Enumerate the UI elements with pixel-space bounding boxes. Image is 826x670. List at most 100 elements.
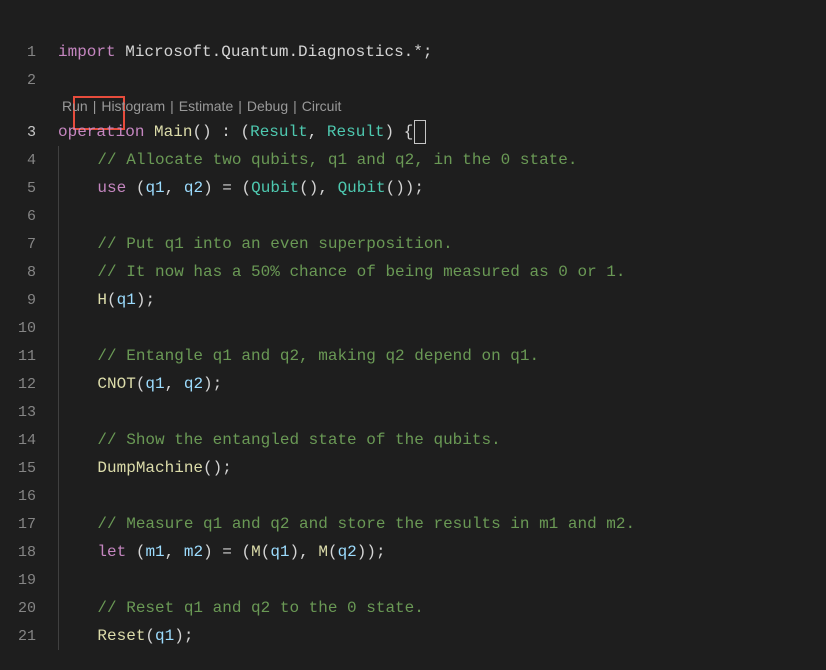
var-q1: q1	[145, 375, 164, 393]
line-number: 13	[0, 404, 58, 421]
semicolon: ;	[414, 179, 424, 197]
paren: )	[385, 123, 395, 141]
line-number: 14	[0, 432, 58, 449]
keyword-let: let	[97, 543, 126, 561]
paren: )	[213, 459, 223, 477]
line-number: 16	[0, 488, 58, 505]
semicolon: ;	[423, 43, 433, 61]
equals: =	[222, 543, 232, 561]
comment: // It now has a 50% chance of being meas…	[97, 263, 625, 281]
var-q1: q1	[117, 291, 136, 309]
type-result: Result	[327, 123, 385, 141]
code-line[interactable]: // Allocate two qubits, q1 and q2, in th…	[58, 146, 577, 174]
code-line[interactable]: Reset(q1);	[58, 622, 193, 650]
codelens-circuit[interactable]: Circuit	[300, 98, 344, 114]
line-number: 21	[0, 628, 58, 645]
codelens-debug[interactable]: Debug	[245, 98, 290, 114]
keyword-use: use	[97, 179, 126, 197]
fn-m: M	[251, 543, 261, 561]
paren: (	[261, 543, 271, 561]
fn-cnot: CNOT	[97, 375, 135, 393]
comma: ,	[165, 375, 175, 393]
code-line[interactable]: // Entangle q1 and q2, making q2 depend …	[58, 342, 539, 370]
semicolon: ;	[376, 543, 386, 561]
paren: (	[145, 627, 155, 645]
dot: .	[404, 43, 414, 61]
code-line[interactable]: CNOT(q1, q2);	[58, 370, 222, 398]
code-line[interactable]: DumpMachine();	[58, 454, 232, 482]
paren: (	[240, 123, 250, 141]
semicolon: ;	[184, 627, 194, 645]
cursor-icon	[415, 121, 425, 143]
code-line[interactable]	[58, 566, 59, 594]
codelens-bar: Run | Histogram | Estimate | Debug | Cir…	[58, 98, 343, 114]
var-q2: q2	[184, 375, 203, 393]
comma: ,	[165, 543, 175, 561]
code-line[interactable]: // Show the entangled state of the qubit…	[58, 426, 501, 454]
paren: (	[136, 375, 146, 393]
codelens-histogram[interactable]: Histogram	[99, 98, 167, 114]
paren: (	[136, 179, 146, 197]
code-line[interactable]: // Measure q1 and q2 and store the resul…	[58, 510, 635, 538]
fn-dumpmachine: DumpMachine	[97, 459, 203, 477]
line-number: 19	[0, 572, 58, 589]
paren: )	[357, 543, 367, 561]
equals: =	[222, 179, 232, 197]
paren: )	[203, 179, 213, 197]
star: *	[413, 43, 423, 61]
code-line[interactable]: // Reset q1 and q2 to the 0 state.	[58, 594, 424, 622]
paren: (	[192, 123, 202, 141]
codelens-run[interactable]: Run	[60, 98, 90, 114]
code-line[interactable]: let (m1, m2) = (M(q1), M(q2));	[58, 538, 386, 566]
var-q1: q1	[270, 543, 289, 561]
code-line[interactable]	[58, 202, 59, 230]
comment: // Put q1 into an even superposition.	[97, 235, 452, 253]
code-line[interactable]: H(q1);	[58, 286, 155, 314]
line-number: 9	[0, 292, 58, 309]
paren: (	[136, 543, 146, 561]
semicolon: ;	[213, 375, 223, 393]
semicolon: ;	[145, 291, 155, 309]
fn-h: H	[97, 291, 107, 309]
codelens-sep: |	[290, 98, 300, 114]
line-number: 5	[0, 180, 58, 197]
line-number: 3	[0, 124, 58, 141]
paren: (	[386, 179, 396, 197]
paren: )	[202, 123, 212, 141]
line-number: 17	[0, 516, 58, 533]
line-number: 11	[0, 348, 58, 365]
semicolon: ;	[222, 459, 232, 477]
fn-reset: Reset	[97, 627, 145, 645]
code-line[interactable]	[58, 398, 59, 426]
fn-m: M	[318, 543, 328, 561]
var-m1: m1	[145, 543, 164, 561]
type-qubit: Qubit	[338, 179, 386, 197]
code-line[interactable]: use (q1, q2) = (Qubit(), Qubit());	[58, 174, 424, 202]
code-line[interactable]	[58, 314, 59, 342]
function-main: Main	[154, 123, 192, 141]
code-line[interactable]: // Put q1 into an even superposition.	[58, 230, 453, 258]
codelens-sep: |	[167, 98, 177, 114]
code-line[interactable]: // It now has a 50% chance of being meas…	[58, 258, 626, 286]
line-number: 2	[0, 72, 58, 89]
paren: (	[203, 459, 213, 477]
code-line[interactable]: operation Main() : (Result, Result) {	[58, 118, 425, 146]
line-number: 8	[0, 264, 58, 281]
codelens-sep: |	[235, 98, 245, 114]
paren: )	[290, 543, 300, 561]
code-line[interactable]: import Microsoft.Quantum.Diagnostics.*;	[58, 38, 433, 66]
paren: )	[395, 179, 405, 197]
comma: ,	[318, 179, 328, 197]
line-number: 20	[0, 600, 58, 617]
paren: )	[366, 543, 376, 561]
brace-open: {	[404, 123, 414, 141]
var-q1: q1	[145, 179, 164, 197]
line-number: 12	[0, 376, 58, 393]
code-line[interactable]	[58, 482, 59, 510]
codelens-estimate[interactable]: Estimate	[177, 98, 235, 114]
codelens-sep: |	[90, 98, 100, 114]
paren: )	[136, 291, 146, 309]
line-number: 7	[0, 236, 58, 253]
code-editor[interactable]: 1 import Microsoft.Quantum.Diagnostics.*…	[0, 0, 826, 650]
colon: :	[221, 123, 231, 141]
